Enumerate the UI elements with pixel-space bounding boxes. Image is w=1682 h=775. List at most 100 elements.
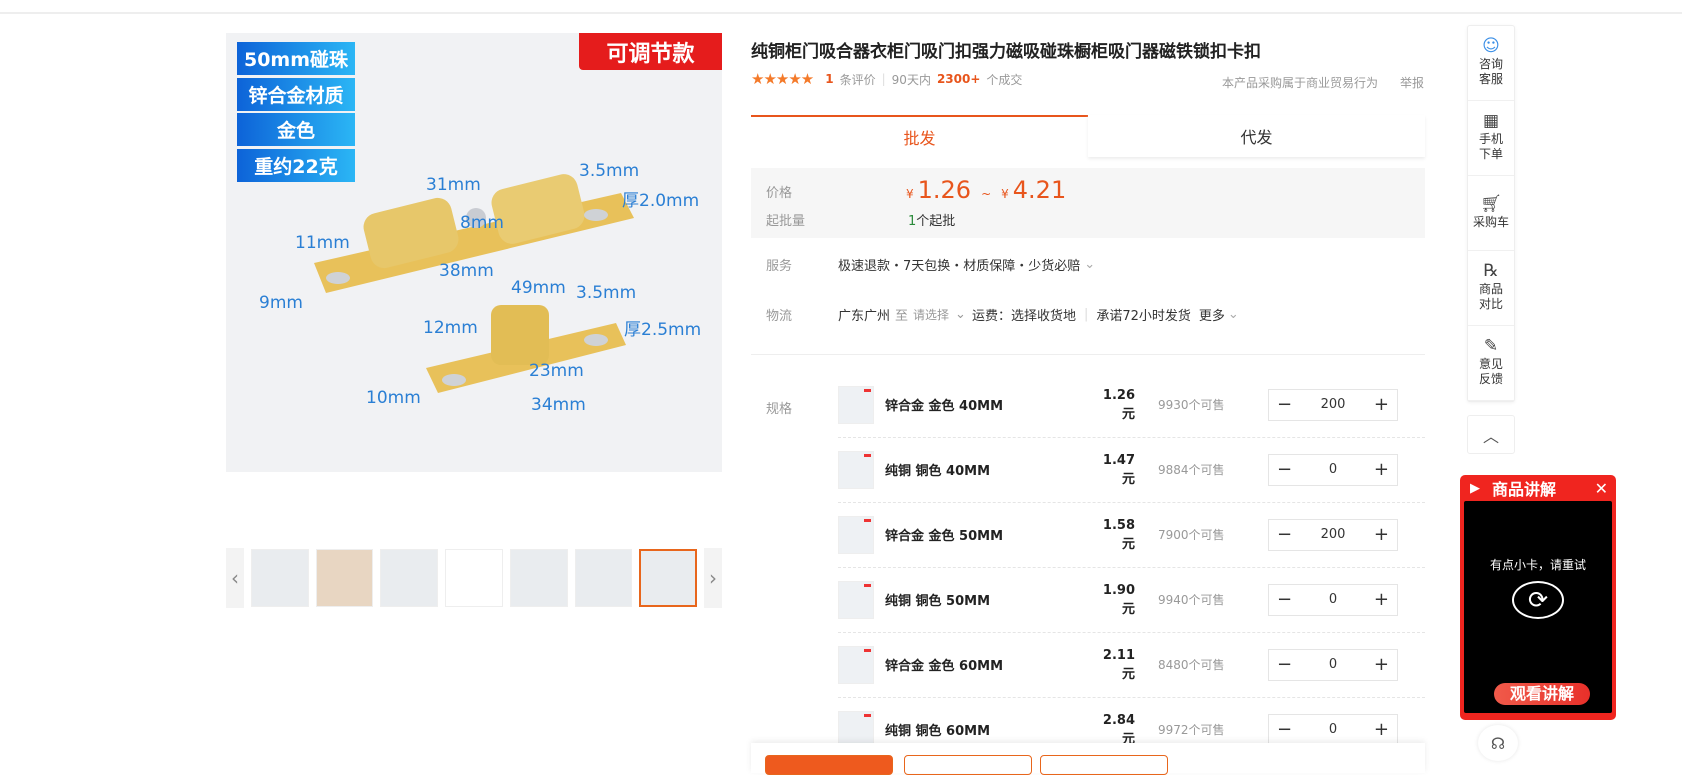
service-text[interactable]: 极速退款・7天包换・材质保障・少货必赔 (838, 255, 1080, 274)
thumbnail[interactable] (380, 549, 439, 607)
increment-button[interactable]: + (1374, 654, 1389, 675)
qr-code-icon: ▦ (1482, 111, 1500, 131)
toolbar-item[interactable]: ▦ 手机 下单 (1468, 101, 1514, 176)
increment-button[interactable]: + (1374, 524, 1389, 545)
thumbnail-next-arrow[interactable]: › (704, 548, 722, 608)
dimension-label: 3.5mm (579, 161, 640, 181)
toolbar-label: 手机 (1478, 132, 1503, 146)
purchase-tabs: 批发 代发 (751, 115, 1425, 157)
tab-dropship[interactable]: 代发 (1088, 115, 1425, 157)
spec-thumbnail[interactable] (838, 450, 874, 489)
quantity-input[interactable]: 0 (1329, 722, 1337, 737)
decrement-button[interactable]: − (1277, 654, 1292, 675)
toolbar-item[interactable]: ℞ 商品 对比 (1468, 251, 1514, 326)
spec-stock: 9940个可售 (1158, 593, 1225, 607)
thumbnail[interactable] (250, 549, 309, 607)
increment-button[interactable]: + (1374, 394, 1389, 415)
video-title: 商品讲解 (1492, 480, 1557, 499)
moq-label: 起批量 (766, 214, 806, 229)
more-link[interactable]: 更多 (1199, 305, 1225, 324)
quantity-input[interactable]: 200 (1321, 527, 1346, 542)
thumbnail-selected[interactable] (639, 549, 698, 607)
spec-thumbnail[interactable] (838, 645, 874, 684)
quantity-input[interactable]: 0 (1329, 462, 1337, 477)
toolbar-item[interactable]: ✎ 意见 反馈 (1468, 326, 1514, 401)
close-icon[interactable]: ✕ (1595, 479, 1608, 498)
dimension-label: 3.5mm (576, 283, 637, 303)
thumbnail[interactable] (574, 549, 633, 607)
retry-icon[interactable]: ⟳ (1512, 581, 1564, 619)
review-label[interactable]: 条评价 (840, 71, 876, 88)
toolbar-label: 采购车 (1472, 214, 1509, 229)
dimension-label: 厚2.0mm (622, 191, 700, 211)
dimension-label: 34mm (531, 395, 586, 415)
spec-thumbnail[interactable] (838, 515, 874, 554)
deal-label: 个成交 (986, 72, 1023, 87)
increment-button[interactable]: + (1374, 589, 1389, 610)
video-player[interactable]: 有点小卡，请重试 ⟳ 观看讲解 (1464, 501, 1612, 713)
quantity-input[interactable]: 0 (1329, 657, 1337, 672)
thumbnail[interactable] (509, 549, 568, 607)
play-icon: ▶ (1470, 480, 1480, 496)
chevron-down-icon[interactable]: ⌄ (1084, 257, 1095, 272)
back-to-top-button[interactable]: ︿ (1467, 415, 1515, 454)
ship-from: 广东广州 (838, 309, 891, 324)
spec-row: 锌合金 金色 50MM 1.58元 7900个可售 − 200 + (838, 502, 1425, 568)
logistics-label: 物流 (766, 309, 793, 324)
watch-button[interactable]: 观看讲解 (1494, 683, 1590, 705)
thumbnail[interactable] (315, 549, 374, 607)
spec-price: 1.58元 (1102, 517, 1135, 552)
dimension-label: 厚2.5mm (624, 320, 702, 340)
increment-button[interactable]: + (1374, 459, 1389, 480)
quantity-stepper: − 0 + (1268, 583, 1398, 616)
video-widget: ▶ 商品讲解 ✕ 有点小卡，请重试 ⟳ 观看讲解 (1460, 475, 1616, 720)
main-product-image[interactable]: 50mm碰珠 锌合金材质 金色 重约22克 可调节款 31mm 3.5mm 厚2… (226, 33, 722, 472)
action-button[interactable] (1040, 755, 1168, 775)
video-header: ▶ 商品讲解 ✕ (1464, 475, 1612, 501)
logistics-row: 物流 广东广州 至 请选择 ⌄ 运费：选择收货地 | 承诺72小时发货 更多 ⌄ (766, 305, 1239, 324)
review-count[interactable]: 1 (825, 72, 833, 86)
spec-thumbnail[interactable] (838, 385, 874, 424)
quantity-stepper: − 0 + (1268, 648, 1398, 681)
decrement-button[interactable]: − (1277, 459, 1292, 480)
increment-button[interactable]: + (1374, 719, 1389, 740)
toolbar-label: 对比 (1478, 297, 1503, 311)
tab-wholesale[interactable]: 批发 (751, 115, 1088, 157)
decrement-button[interactable]: − (1277, 524, 1292, 545)
chevron-up-icon: ︿ (1482, 426, 1499, 446)
spec-name: 纯铜 铜色 60MM (885, 724, 991, 739)
thumbnail[interactable] (445, 549, 503, 607)
report-link[interactable]: 举报 (1400, 74, 1424, 91)
decrement-button[interactable]: − (1277, 719, 1292, 740)
quantity-input[interactable]: 0 (1329, 592, 1337, 607)
spec-name: 锌合金 金色 40MM (885, 399, 1004, 414)
price-range: ¥ 1.26 ~ ¥ 4.21 (906, 176, 1066, 204)
decrement-button[interactable]: − (1277, 589, 1292, 610)
toolbar-item[interactable]: ☺ 咨询 客服 (1468, 26, 1514, 101)
shipping-fee: 运费：选择收货地 (971, 309, 1076, 324)
toolbar-label: 意见 (1478, 357, 1503, 371)
customer-support-icon[interactable]: ☊ (1478, 725, 1518, 761)
toolbar-label: 反馈 (1478, 372, 1503, 386)
action-button[interactable] (904, 755, 1032, 775)
decrement-button[interactable]: − (1277, 394, 1292, 415)
service-row: 服务 极速退款・7天包换・材质保障・少货必赔 ⌄ (766, 255, 1095, 274)
destination-select[interactable]: 请选择 (913, 306, 949, 323)
deal-count: 2300+ (936, 72, 981, 86)
currency-symbol: ¥ (1001, 187, 1009, 201)
spec-price: 1.90元 (1102, 582, 1135, 617)
action-button-primary[interactable] (765, 755, 893, 775)
dimension-label: 49mm (511, 278, 566, 298)
action-bar (751, 743, 1425, 775)
dimension-label: 31mm (426, 175, 481, 195)
toolbar-item[interactable]: 🛒︎ 采购车 (1468, 176, 1514, 251)
quantity-stepper: − 200 + (1268, 518, 1398, 551)
thumbnail-prev-arrow[interactable]: ‹ (226, 548, 244, 608)
spec-thumbnail[interactable] (838, 580, 874, 619)
dimension-label: 9mm (259, 293, 303, 313)
chevron-down-icon[interactable]: ⌄ (1228, 307, 1239, 322)
spec-row: 锌合金 金色 40MM 1.26元 9930个可售 − 200 + (838, 372, 1425, 438)
price-min: 1.26 (917, 176, 972, 204)
chevron-down-icon[interactable]: ⌄ (955, 307, 966, 322)
quantity-input[interactable]: 200 (1321, 397, 1346, 412)
